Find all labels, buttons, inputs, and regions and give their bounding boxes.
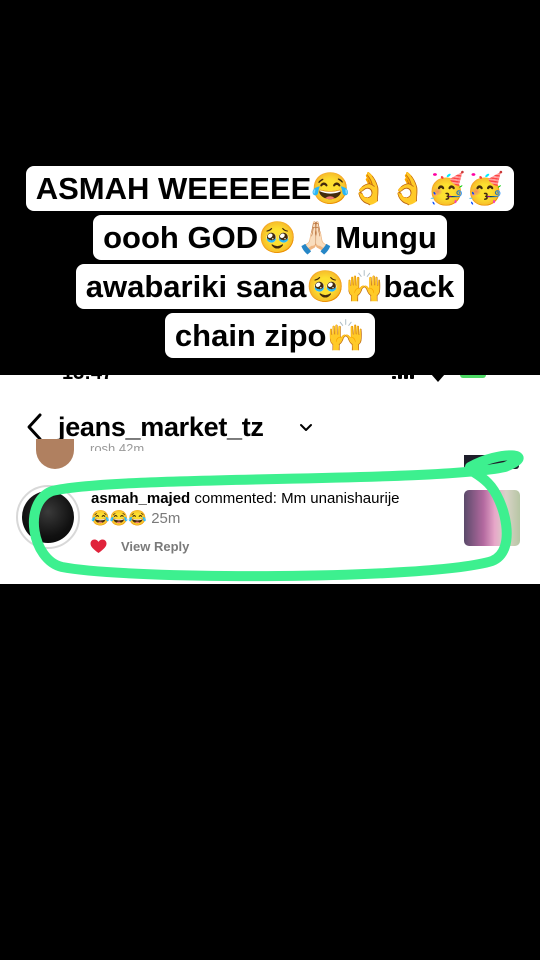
caption-line-1: ASMAH WEEEEEE😂👌👌🥳🥳: [25, 166, 515, 211]
heart-icon[interactable]: [90, 539, 107, 554]
embedded-screenshot: 13:47 jeans_market_tz rosh 42m: [0, 375, 540, 584]
chevron-down-icon[interactable]: [299, 423, 313, 433]
post-thumbnail[interactable]: [464, 490, 520, 546]
status-icons: [392, 375, 502, 382]
signal-icon: [392, 375, 416, 379]
battery-icon: [460, 375, 486, 378]
comment-emojis: 😂😂😂: [91, 510, 148, 527]
avatar-image: [22, 491, 74, 543]
wifi-icon: [430, 375, 446, 385]
comment-action-text: commented: Mm unanishaurije: [190, 490, 400, 507]
previous-avatar[interactable]: [36, 439, 74, 469]
previous-item-text: rosh 42m: [90, 441, 145, 451]
previous-post-thumbnail[interactable]: [464, 455, 519, 469]
story-frame: ASMAH WEEEEEE😂👌👌🥳🥳 oooh GOD🥹🙏🏻Mungu awab…: [0, 0, 540, 960]
comment-username[interactable]: asmah_majed: [91, 490, 190, 507]
comment-timestamp: 25m: [147, 510, 181, 527]
account-name-switcher[interactable]: jeans_market_tz: [58, 412, 264, 443]
profile-header: jeans_market_tz: [0, 407, 540, 447]
caption-line-4: chain zipo🙌: [164, 313, 376, 358]
comment-notification[interactable]: asmah_majed commented: Mm unanishaurije …: [91, 489, 451, 529]
status-time: 13:47: [62, 375, 113, 385]
caption-overlay: ASMAH WEEEEEE😂👌👌🥳🥳 oooh GOD🥹🙏🏻Mungu awab…: [0, 166, 540, 364]
caption-line-3: awabariki sana🥹🙌back: [75, 264, 465, 309]
avatar[interactable]: [16, 485, 80, 549]
view-reply-button[interactable]: View Reply: [121, 539, 189, 554]
caption-line-2: oooh GOD🥹🙏🏻Mungu: [93, 215, 447, 260]
